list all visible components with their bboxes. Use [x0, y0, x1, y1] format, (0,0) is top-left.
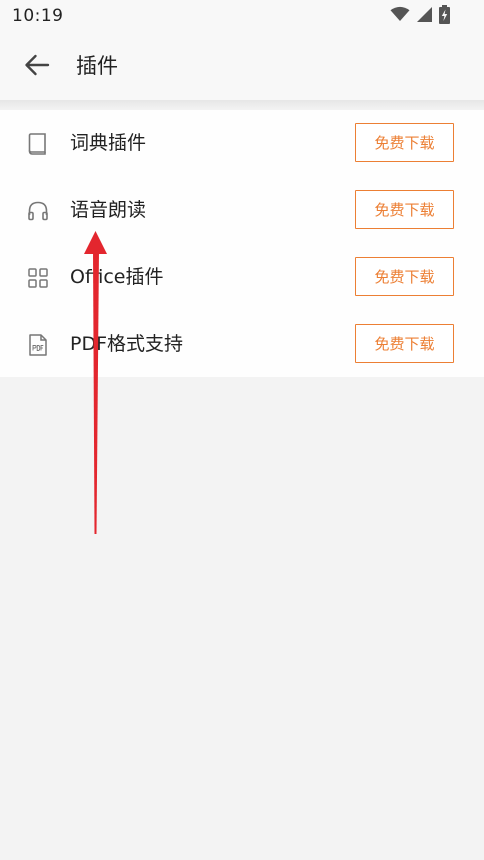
battery-charging-icon [439, 4, 450, 28]
app-bar-shadow [0, 100, 484, 110]
signal-icon [416, 6, 433, 27]
status-time: 10:19 [12, 6, 64, 26]
headphones-icon [26, 199, 50, 223]
arrow-left-icon [24, 54, 50, 80]
plugin-label: 语音朗读 [70, 199, 147, 221]
status-bar: 10:19 [0, 0, 484, 32]
free-download-button[interactable]: 免费下载 [355, 257, 454, 296]
free-download-button[interactable]: 免费下载 [355, 324, 454, 363]
status-icons [390, 4, 450, 28]
app-bar: 插件 [0, 32, 484, 100]
book-icon [26, 132, 50, 156]
plugin-list: 词典插件 免费下载 语音朗读 免费下载 Office插件 免费下载 PDF格式支… [0, 110, 484, 377]
plugin-label: PDF格式支持 [70, 333, 184, 355]
plugin-row-pdf: PDF格式支持 免费下载 [0, 311, 484, 377]
office-icon [26, 266, 50, 290]
free-download-button[interactable]: 免费下载 [355, 190, 454, 229]
plugin-row-dictionary: 词典插件 免费下载 [0, 110, 484, 176]
plugin-label: 词典插件 [70, 132, 147, 154]
plugin-row-voice-reading: 语音朗读 免费下载 [0, 177, 484, 243]
free-download-button[interactable]: 免费下载 [355, 123, 454, 162]
back-button[interactable] [20, 50, 54, 84]
wifi-icon [390, 6, 410, 26]
plugin-row-office: Office插件 免费下载 [0, 244, 484, 310]
plugin-label: Office插件 [70, 266, 164, 288]
page-title: 插件 [76, 54, 118, 78]
pdf-file-icon [26, 333, 50, 357]
